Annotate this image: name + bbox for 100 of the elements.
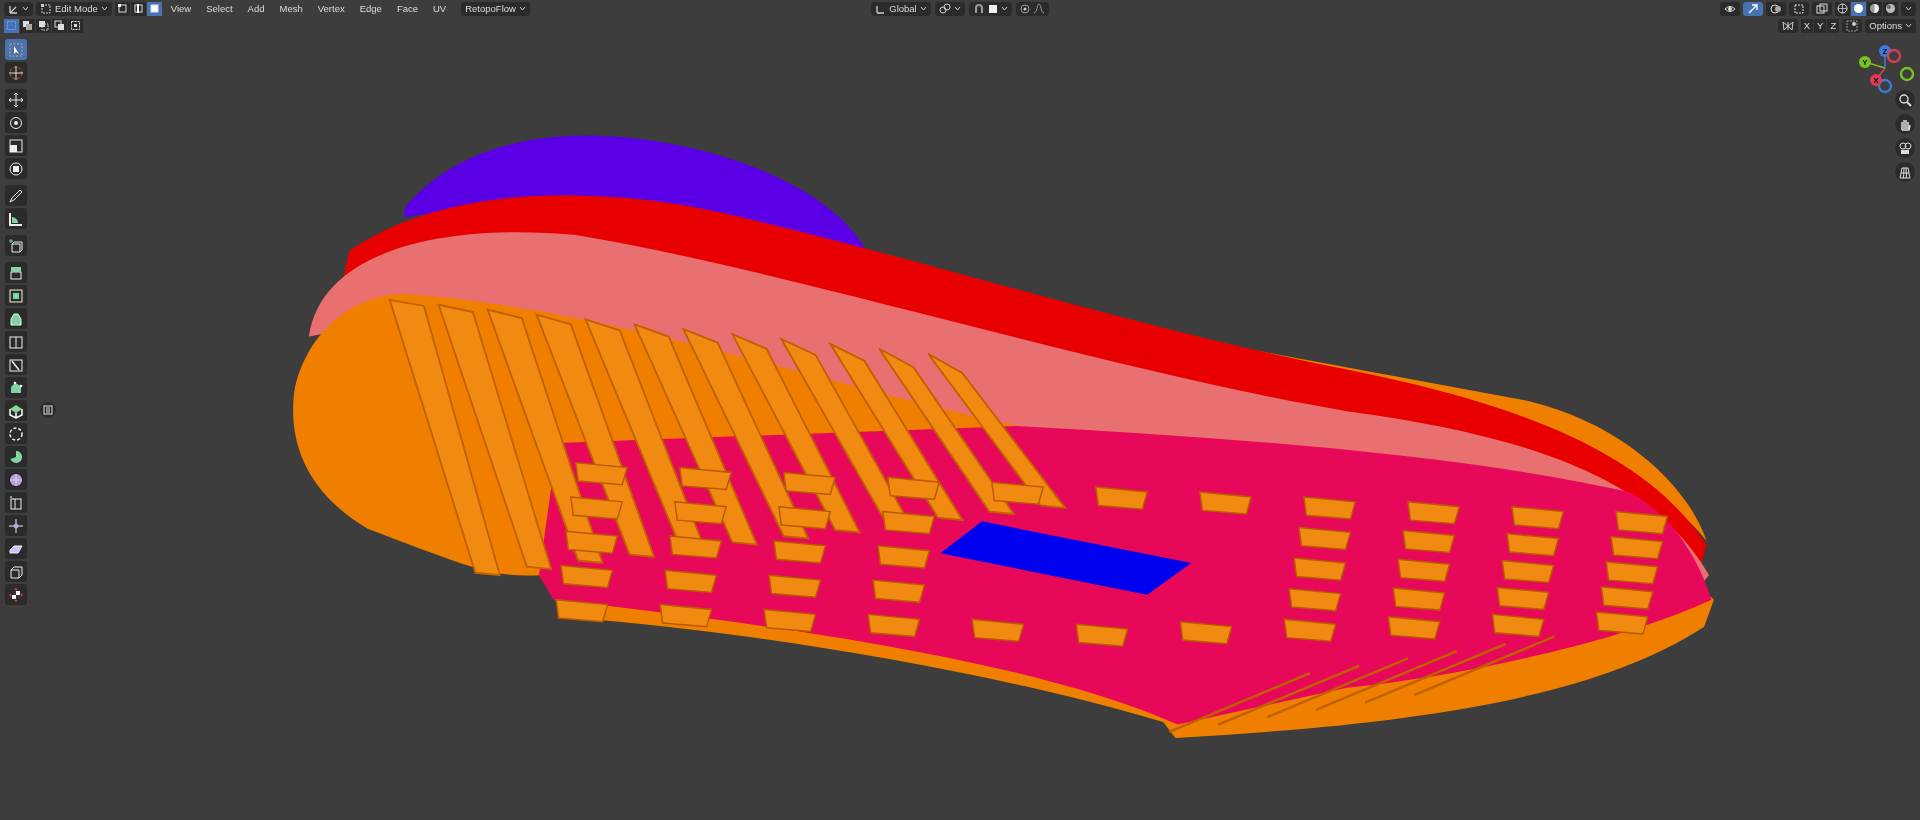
sphere-icon bbox=[1853, 3, 1864, 14]
selection-mode-button[interactable] bbox=[52, 18, 67, 33]
caret-icon bbox=[518, 6, 526, 11]
gizmo-icon bbox=[1747, 2, 1759, 15]
tool-button[interactable] bbox=[5, 584, 27, 605]
tool-button[interactable] bbox=[5, 538, 27, 559]
addon-dropdown[interactable]: RetopoFlow bbox=[461, 1, 530, 16]
dot-circle-icon bbox=[1019, 3, 1030, 14]
mirror-axis-toggle[interactable]: Z bbox=[1827, 18, 1840, 33]
mirror-button[interactable] bbox=[1777, 18, 1798, 33]
select-set-icon bbox=[6, 20, 17, 31]
auto-merge-button[interactable] bbox=[1842, 18, 1863, 33]
falloff-curve-icon bbox=[1032, 3, 1045, 14]
options-dropdown[interactable]: Options bbox=[1865, 18, 1916, 33]
mode-dropdown[interactable]: Edit Mode bbox=[36, 1, 112, 16]
caret-icon bbox=[1000, 6, 1008, 11]
shading-mode-button[interactable] bbox=[1883, 1, 1898, 16]
negative-axis-handle[interactable] bbox=[1886, 48, 1902, 64]
tool-button[interactable] bbox=[5, 561, 27, 582]
tool-button[interactable] bbox=[5, 262, 27, 283]
tool-button[interactable] bbox=[5, 400, 27, 421]
shading-mode-button[interactable] bbox=[1867, 1, 1882, 16]
select-mode-button[interactable] bbox=[146, 1, 162, 16]
pie-icon bbox=[8, 448, 24, 465]
viewport-nav-button[interactable] bbox=[1895, 114, 1915, 134]
link-icon bbox=[938, 3, 951, 14]
arrows-icon bbox=[8, 517, 24, 534]
cube-icon bbox=[8, 494, 24, 511]
viewport-nav-button[interactable] bbox=[1895, 162, 1915, 182]
overlay-circles-icon bbox=[1770, 2, 1782, 15]
tool-button[interactable] bbox=[5, 135, 27, 156]
caret-icon bbox=[953, 6, 961, 11]
mirror-axis-toggle[interactable]: Y bbox=[1814, 18, 1827, 33]
extrude-icon bbox=[8, 264, 24, 281]
editor-type-button[interactable] bbox=[4, 1, 33, 16]
select-mode-button[interactable] bbox=[114, 1, 130, 16]
orientation-dropdown[interactable]: Global bbox=[871, 1, 931, 16]
panel-toggle-button[interactable] bbox=[40, 402, 56, 418]
grid-icon bbox=[1898, 165, 1912, 179]
sphere-icon bbox=[8, 471, 24, 488]
viewport-nav-button[interactable] bbox=[1895, 138, 1915, 158]
menu-item[interactable]: Face bbox=[390, 1, 424, 16]
knife-icon bbox=[8, 356, 24, 373]
hand-icon bbox=[1898, 117, 1912, 131]
tool-button[interactable] bbox=[5, 112, 27, 133]
cursor-icon bbox=[8, 64, 24, 81]
tool-button[interactable] bbox=[5, 469, 27, 490]
inset-icon bbox=[8, 287, 24, 304]
axis-handle[interactable]: X bbox=[1870, 67, 1886, 86]
negative-axis-handle[interactable] bbox=[1899, 66, 1915, 82]
visibility-dropdown[interactable] bbox=[1720, 1, 1740, 16]
menu-item[interactable]: Select bbox=[200, 1, 239, 16]
mesh-square-icon bbox=[1793, 2, 1805, 15]
snap-button[interactable] bbox=[968, 1, 1012, 16]
shading-mode-button[interactable] bbox=[1851, 1, 1866, 16]
xray-toggle[interactable] bbox=[1812, 1, 1832, 16]
mirror-axis-toggle[interactable]: X bbox=[1800, 18, 1814, 33]
butterfly-icon bbox=[1781, 19, 1794, 32]
tool-button[interactable] bbox=[5, 89, 27, 110]
viewport-nav-button[interactable] bbox=[1895, 90, 1915, 110]
menu-item[interactable]: Mesh bbox=[273, 1, 309, 16]
select-mode-button[interactable] bbox=[130, 1, 146, 16]
tool-button[interactable] bbox=[5, 158, 27, 179]
shading-mode-button[interactable] bbox=[1835, 1, 1850, 16]
tool-button[interactable] bbox=[5, 515, 27, 536]
menu-item[interactable]: Add bbox=[241, 1, 271, 16]
axis-handle[interactable]: Y bbox=[1859, 56, 1886, 69]
menu-item[interactable]: View bbox=[164, 1, 198, 16]
selection-mode-button[interactable] bbox=[20, 18, 35, 33]
overlay-dropdown[interactable] bbox=[1766, 1, 1786, 16]
move-icon bbox=[8, 91, 24, 108]
tool-button[interactable] bbox=[5, 377, 27, 398]
menu-item[interactable]: Vertex bbox=[311, 1, 351, 16]
selection-mode-button[interactable] bbox=[36, 18, 51, 33]
shading-dropdown[interactable] bbox=[1901, 1, 1916, 16]
edge-select-icon bbox=[132, 3, 144, 14]
cube-icon bbox=[8, 402, 24, 419]
scale-icon bbox=[8, 137, 24, 154]
caret-icon bbox=[100, 6, 108, 11]
caret-icon bbox=[22, 6, 29, 11]
pivot-button[interactable] bbox=[934, 1, 965, 16]
selection-mode-button[interactable] bbox=[68, 18, 83, 33]
proportional-edit-button[interactable] bbox=[1015, 1, 1049, 16]
tool-button[interactable] bbox=[5, 308, 27, 329]
select-invert-icon bbox=[54, 20, 65, 31]
menu-item[interactable]: Edge bbox=[353, 1, 388, 16]
select-subtract-icon bbox=[38, 20, 49, 31]
menu-item[interactable]: UV bbox=[427, 1, 453, 16]
add-cube-icon bbox=[8, 237, 24, 254]
tool-button[interactable] bbox=[5, 423, 27, 444]
mesh-overlay-dropdown[interactable] bbox=[1789, 1, 1809, 16]
tool-button[interactable] bbox=[5, 185, 27, 206]
tool-button[interactable] bbox=[5, 446, 27, 467]
grid-panel-icon bbox=[43, 405, 53, 415]
polygon-icon bbox=[8, 379, 24, 396]
tool-button[interactable] bbox=[5, 354, 27, 375]
negative-axis-handle[interactable] bbox=[1877, 78, 1893, 94]
tool-button[interactable] bbox=[5, 208, 27, 229]
tool-button[interactable] bbox=[5, 285, 27, 306]
gizmo-toggle[interactable] bbox=[1743, 1, 1763, 16]
